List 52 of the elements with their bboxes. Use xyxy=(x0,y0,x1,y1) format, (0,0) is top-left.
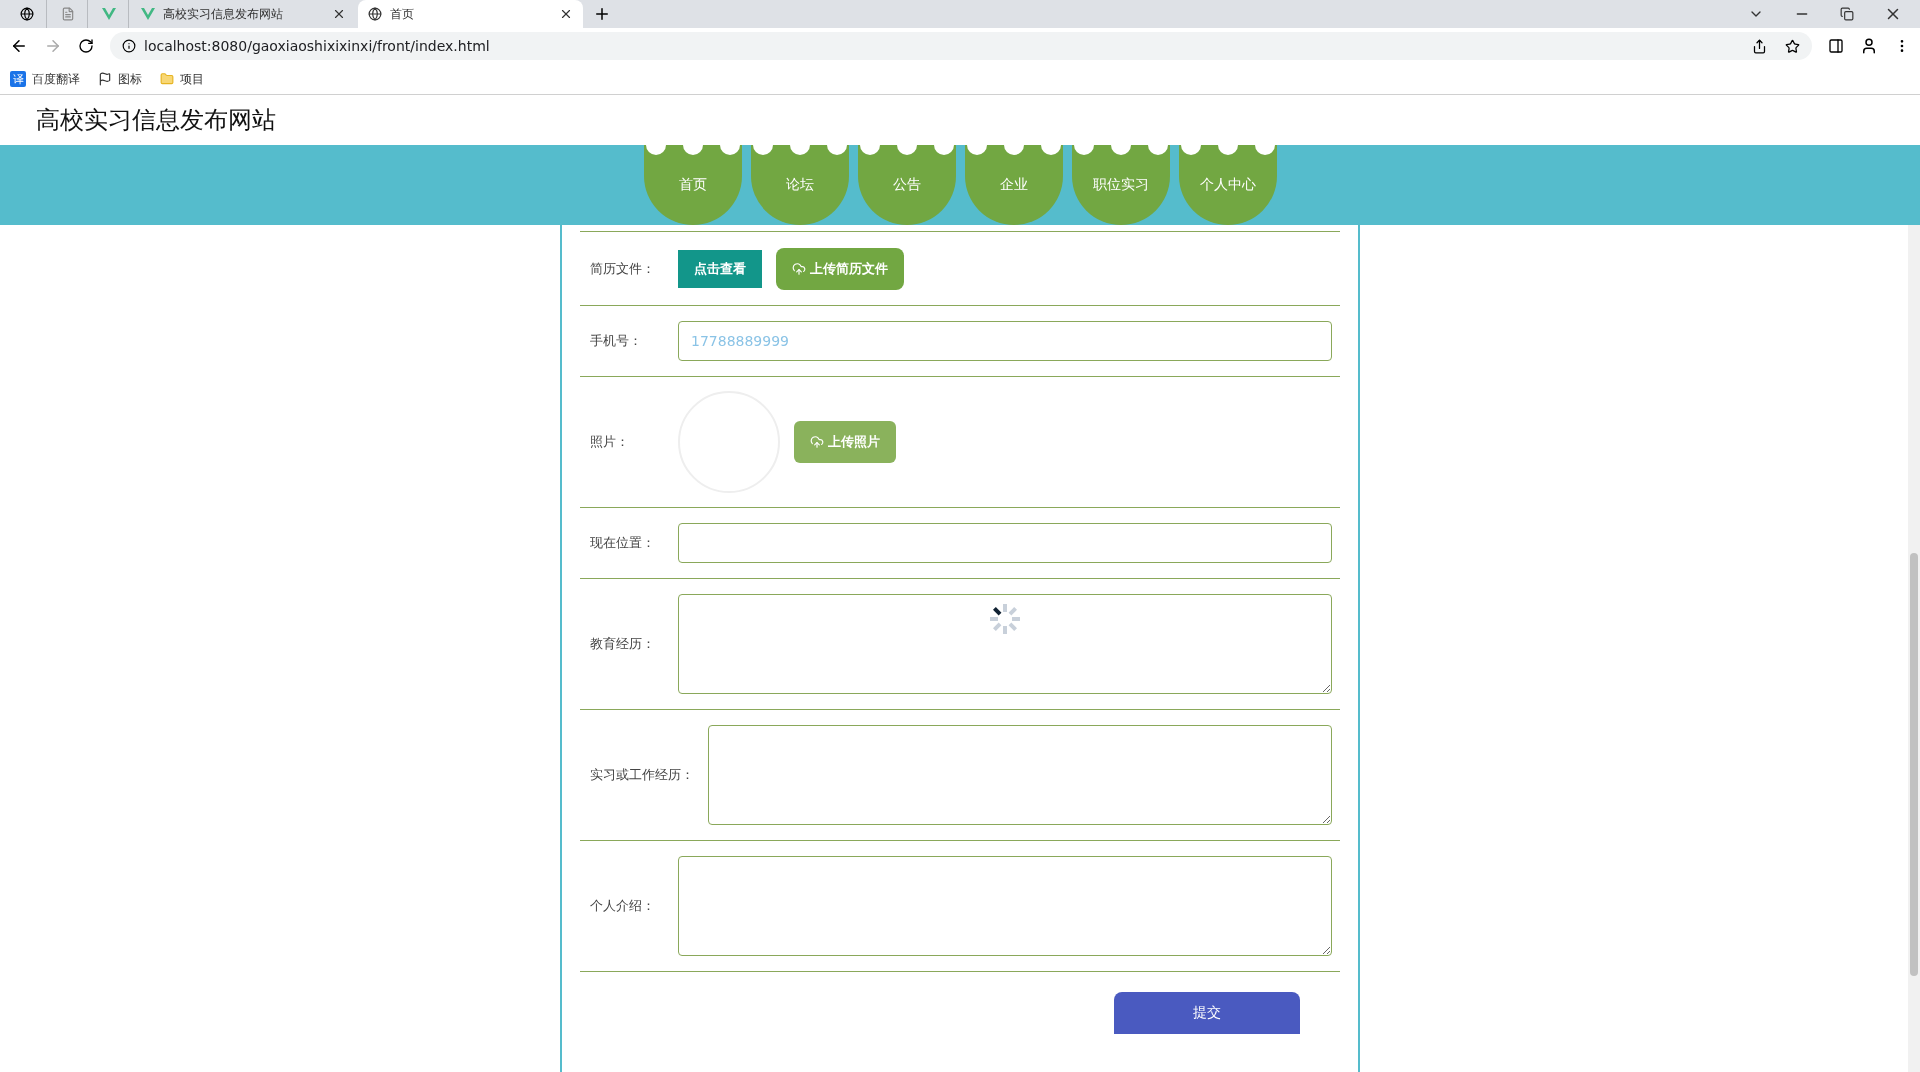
v-logo-icon xyxy=(102,7,116,21)
text-field[interactable]: 17788889999 xyxy=(678,321,1332,361)
bookmark[interactable]: 项目 xyxy=(160,70,204,88)
flag-icon xyxy=(98,72,112,86)
nav-item[interactable]: 个人中心 xyxy=(1178,145,1277,225)
close-icon[interactable] xyxy=(332,7,346,21)
cloud-upload-icon xyxy=(792,261,806,276)
profile-icon[interactable] xyxy=(1860,37,1878,55)
nav-item[interactable]: 首页 xyxy=(643,145,742,225)
bookmark[interactable]: 图标 xyxy=(98,70,142,88)
bookmark[interactable]: 译 百度翻译 xyxy=(10,70,80,88)
site-title: 高校实习信息发布网站 xyxy=(36,105,276,136)
field-label: 手机号： xyxy=(590,332,643,350)
text-area[interactable] xyxy=(678,594,1332,694)
globe-icon[interactable] xyxy=(20,7,34,21)
scrollbar[interactable] xyxy=(1908,225,1920,1072)
text-area[interactable] xyxy=(678,856,1332,956)
field-label: 现在位置： xyxy=(590,534,656,552)
nav-item[interactable]: 职位实习 xyxy=(1071,145,1170,225)
globe-icon xyxy=(368,7,382,21)
close-icon[interactable] xyxy=(559,7,573,21)
field-label: 照片： xyxy=(590,433,630,451)
nav-item[interactable]: 企业 xyxy=(964,145,1063,225)
new-tab-icon[interactable] xyxy=(593,5,611,23)
nav-item[interactable]: 论坛 xyxy=(750,145,849,225)
browser-tab[interactable]: 高校实习信息发布网站 xyxy=(131,0,356,28)
text-area[interactable] xyxy=(708,725,1332,825)
address-bar[interactable]: localhost:8080/gaoxiaoshixixinxi/front/index.html xyxy=(110,32,1812,60)
field-label: 实习或工作经历： xyxy=(590,766,694,784)
translate-icon: 译 xyxy=(10,71,26,87)
url-text: localhost:8080/gaoxiaoshixixinxi/front/index.html xyxy=(144,38,490,54)
reload-icon[interactable] xyxy=(78,38,94,54)
upload-photo-button[interactable]: 上传照片 xyxy=(794,421,896,463)
field-label: 教育经历： xyxy=(590,635,656,653)
v-logo-icon xyxy=(141,7,155,21)
info-icon xyxy=(122,39,136,53)
submit-button[interactable]: 提交 xyxy=(1114,992,1300,1034)
browser-tab[interactable]: 首页 xyxy=(358,0,583,28)
back-icon[interactable] xyxy=(10,37,28,55)
folder-icon xyxy=(160,72,174,86)
page-icon[interactable] xyxy=(61,7,75,21)
share-icon[interactable] xyxy=(1752,38,1767,54)
text-field[interactable] xyxy=(678,523,1332,563)
field-label: 个人介绍： xyxy=(590,897,656,915)
cloud-upload-icon xyxy=(810,435,824,449)
nav-item[interactable]: 公告 xyxy=(857,145,956,225)
upload-resume-button[interactable]: 上传简历文件 xyxy=(776,247,904,290)
field-label: 简历文件： xyxy=(590,259,656,278)
restore-icon[interactable] xyxy=(1840,7,1854,21)
star-icon[interactable] xyxy=(1785,38,1800,54)
view-button[interactable]: 点击查看 xyxy=(678,249,762,288)
side-panel-icon[interactable] xyxy=(1828,38,1844,54)
